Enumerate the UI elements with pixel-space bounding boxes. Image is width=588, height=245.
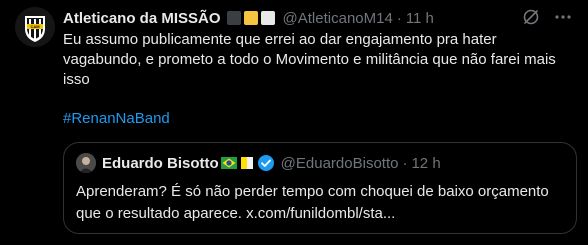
- quoted-tweet[interactable]: Eduardo Bisotto @EduardoBisotto · 12 h A…: [63, 142, 577, 234]
- tweet-time[interactable]: 11 h: [406, 10, 434, 27]
- quoted-author-handle[interactable]: @EduardoBisotto: [281, 155, 399, 172]
- grok-icon[interactable]: [522, 8, 540, 31]
- quoted-tweet-header: Eduardo Bisotto @EduardoBisotto · 12 h: [76, 153, 441, 173]
- yellow-square-emoji-icon: [243, 11, 258, 25]
- tweet-text: Eu assumo publicamente que errei ao dar …: [63, 31, 556, 88]
- more-icon[interactable]: [554, 8, 572, 31]
- black-square-emoji-icon: [226, 11, 241, 25]
- separator-dot: ·: [396, 9, 402, 27]
- quoted-author-name[interactable]: Eduardo Bisotto: [102, 155, 219, 172]
- author-handle[interactable]: @AtleticanoM14: [283, 10, 393, 27]
- white-square-emoji-icon: [260, 11, 275, 25]
- club-crest-icon: CAM: [15, 7, 55, 47]
- brazil-flag-icon: [220, 157, 237, 169]
- author-name[interactable]: Atleticano da MISSÃO: [63, 10, 221, 27]
- quoted-author-avatar[interactable]: [76, 153, 96, 173]
- tweet-actions: [522, 8, 572, 31]
- author-avatar[interactable]: CAM: [15, 7, 55, 47]
- svg-text:CAM: CAM: [30, 24, 40, 29]
- verified-badge-icon: [257, 154, 275, 172]
- vatican-flag-icon: [240, 157, 253, 169]
- quoted-tweet-time[interactable]: 12 h: [411, 155, 440, 172]
- tweet-header: Atleticano da MISSÃO @AtleticanoM14 · 11…: [63, 8, 572, 28]
- quoted-tweet-text: Aprenderam? É só não perder tempo com ch…: [76, 183, 549, 222]
- hashtag-link[interactable]: #RenanNaBand: [63, 110, 170, 127]
- quoted-separator-dot: ·: [402, 154, 408, 172]
